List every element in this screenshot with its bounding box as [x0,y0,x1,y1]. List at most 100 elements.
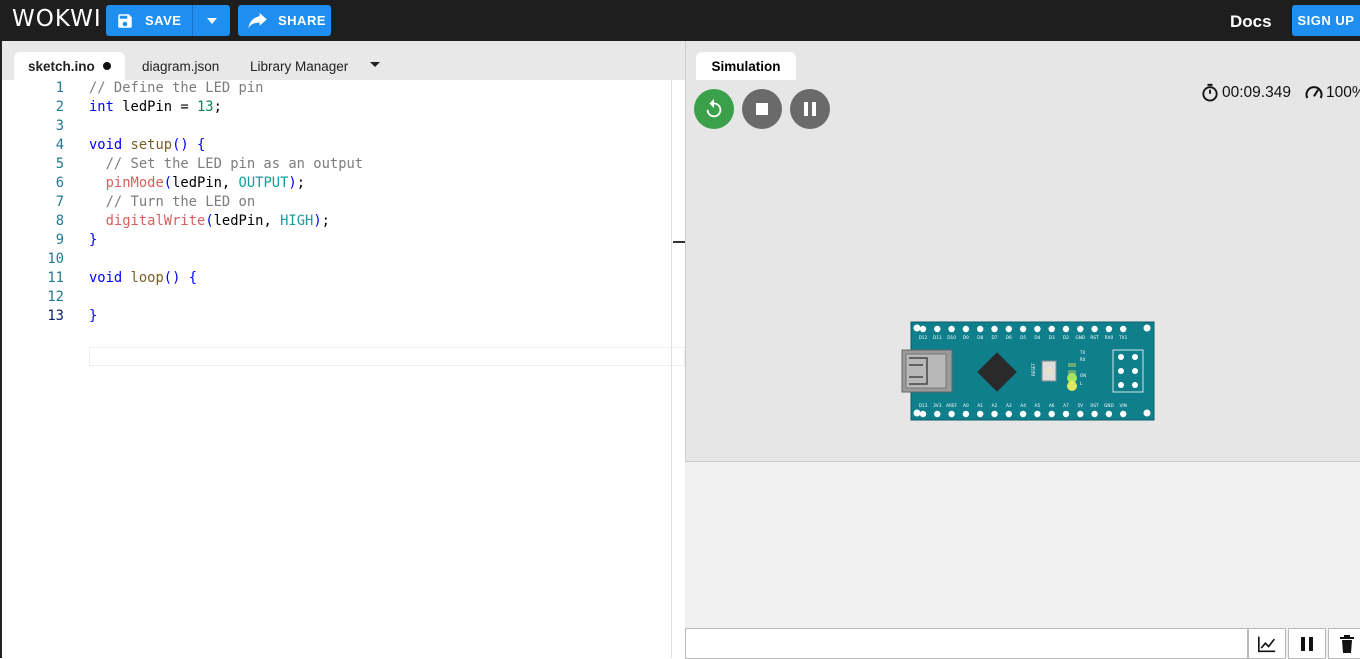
board-pin-label: GND [1104,403,1115,409]
board-pin-label: RST [1090,403,1099,409]
simulation-timer: 00:09.349 [1200,83,1291,103]
board-pin-label: A2 [992,403,998,409]
save-label: SAVE [145,13,182,28]
line-text: } [89,308,98,324]
board-pin[interactable] [919,410,927,418]
board-pin[interactable] [1062,325,1070,333]
code-line: 4 void setup() { [2,137,685,156]
board-pin-label: D5 [1020,335,1026,341]
board-pin-label: A5 [1035,403,1041,409]
plotter-button[interactable] [1248,628,1286,659]
svg-text:RX: RX [1080,357,1086,362]
board-pin[interactable] [1105,410,1113,418]
sign-up-button[interactable]: SIGN UP [1292,5,1360,36]
board-pin[interactable] [1077,410,1084,418]
wokwi-logo[interactable]: WOKWI [12,6,102,32]
board-pin-label: 3V3 [933,403,942,409]
board-pin[interactable] [1091,410,1098,418]
pause-icon [1301,636,1313,651]
board-pin[interactable] [1120,410,1127,418]
line-number: 2 [55,99,64,115]
board-pin-label: A0 [963,403,969,409]
board-pin[interactable] [991,410,998,418]
docs-link[interactable]: Docs [1230,12,1272,32]
serial-input-field[interactable] [685,628,1248,659]
code-line: 11 void loop() { [2,270,685,289]
line-text: // Define the LED pin [89,80,264,96]
line-text: } [89,232,98,248]
board-pin[interactable] [1062,410,1070,418]
line-text: // Turn the LED on [89,194,256,210]
board-pin-label: A3 [1006,403,1012,409]
code-area[interactable]: 1 // Define the LED pin 2 int ledPin = 13;… [2,80,685,366]
stopwatch-icon [1202,83,1218,102]
board-pin[interactable] [919,325,927,333]
timer-value: 00:09.349 [1222,84,1291,101]
restart-icon [706,98,722,118]
line-number: 3 [55,118,64,134]
board-pin[interactable] [962,410,970,418]
tab-sketch-ino[interactable]: sketch.ino [14,52,125,80]
board-pin[interactable] [1005,325,1012,333]
tab-library-manager[interactable]: Library Manager [250,52,348,80]
board-pin[interactable] [977,410,984,418]
code-line: 2 int ledPin = 13; [2,99,685,118]
board-pin-label: D12 [919,335,928,341]
share-arrow-icon [248,12,267,28]
line-number: 9 [55,232,64,248]
pause-simulation-button[interactable] [790,89,830,129]
board-pin[interactable] [948,410,955,418]
board-pin[interactable] [1077,325,1084,333]
tab-simulation[interactable]: Simulation [696,52,796,80]
board-pin[interactable] [1034,410,1041,418]
board-pin[interactable] [948,325,955,333]
board-pin-label: D10 [947,335,956,341]
pause-serial-button[interactable] [1288,628,1326,659]
svg-text:ON: ON [1080,373,1086,378]
board-pin[interactable] [1048,325,1055,333]
line-number: 5 [55,156,64,172]
save-dropdown-button[interactable] [192,5,230,36]
tab-label: sketch.ino [28,58,95,74]
line-text: pinMode(ledPin, OUTPUT); [105,175,306,191]
code-line: 3 [2,118,685,137]
board-pin[interactable] [1091,325,1098,333]
code-line: 9} [2,232,685,251]
board-pin[interactable] [1048,410,1055,418]
trash-icon [1340,634,1354,653]
board-pin[interactable] [1120,325,1127,333]
editor-scrollbar[interactable] [671,80,672,658]
board-pin-label: A1 [977,403,983,409]
tab-label: Library Manager [250,58,349,74]
pause-icon [804,102,816,116]
board-pin[interactable] [1105,325,1113,333]
board-pin-label: VIN [1119,403,1126,409]
board-pin[interactable] [991,325,998,333]
board-pin-label: D7 [991,335,997,341]
board-pin[interactable] [962,325,970,333]
board-pin-label: RX0 [1105,335,1114,341]
save-button[interactable]: SAVE [106,5,192,36]
share-button[interactable]: SHARE [238,5,331,36]
board-pin[interactable] [1034,325,1041,333]
line-text: int ledPin = 13; [89,99,222,115]
tabs-menu-caret-icon[interactable] [370,62,380,67]
line-text: digitalWrite(ledPin, HIGH); [105,213,330,229]
line-number: 1 [55,80,64,96]
tab-diagram-json[interactable]: diagram.json [142,52,219,80]
line-number: 12 [47,289,64,305]
board-pin[interactable] [1005,410,1012,418]
floppy-disk-icon [118,13,132,28]
board-pin-label: D6 [1006,335,1012,341]
code-editor-pane: sketch.ino diagram.json Library Manager … [0,41,687,658]
save-button-group: SAVE [106,5,230,36]
board-pin[interactable] [977,325,984,333]
clear-serial-button[interactable] [1328,628,1360,659]
board-pin[interactable] [1019,410,1027,418]
arduino-nano-board[interactable]: D12 D11 D10 D9 D8 D7 D6 D5 D4 D3 D2 GND RST RX0 TX1 D1… [901,320,1155,422]
restart-simulation-button[interactable] [694,89,734,129]
board-pin[interactable] [1019,325,1027,333]
board-pin[interactable] [934,410,941,418]
stop-simulation-button[interactable] [742,89,782,129]
board-pin[interactable] [934,325,941,333]
